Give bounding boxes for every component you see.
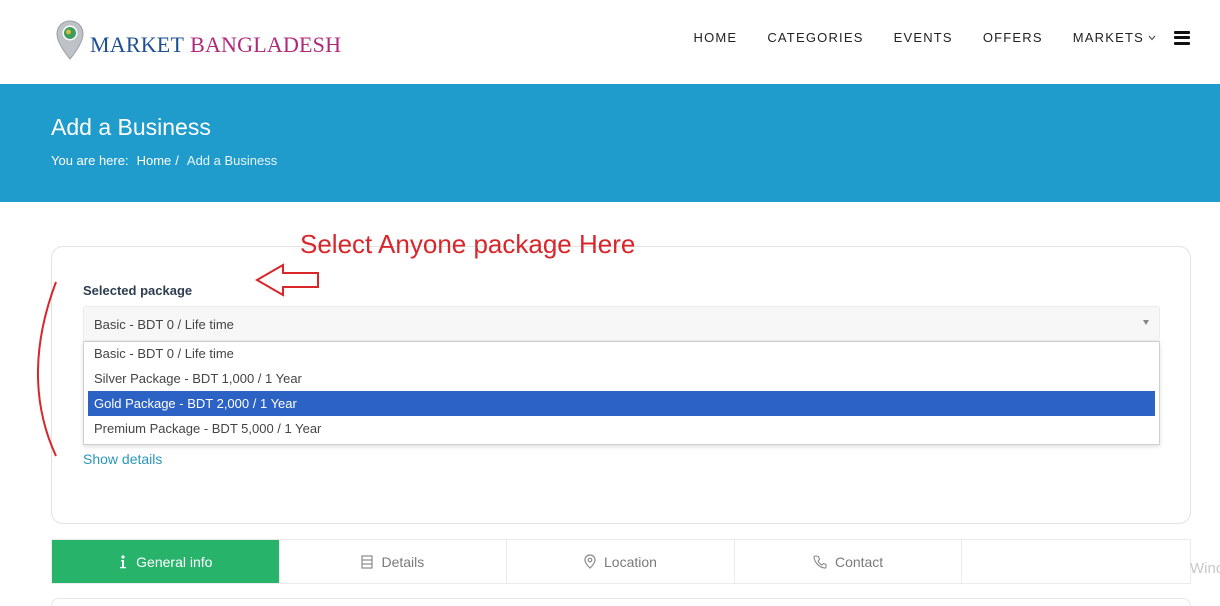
tab-location[interactable]: Location	[507, 540, 735, 583]
page-hero: Add a Business You are here: Home / Add …	[0, 84, 1220, 202]
nav-home[interactable]: HOME	[694, 30, 738, 45]
package-label: Selected package	[83, 283, 193, 298]
logo-word-market: MARKET	[90, 32, 185, 57]
tab-contact-label: Contact	[834, 553, 884, 570]
breadcrumb-current: Add a Business	[186, 153, 278, 168]
package-option-basic[interactable]: Basic - BDT 0 / Life time	[84, 342, 1159, 366]
tab-details-label: Details	[381, 553, 425, 570]
nav-events-label: EVENTS	[893, 30, 953, 45]
nav-markets-label: MARKETS	[1072, 30, 1144, 45]
nav-markets[interactable]: MARKETS	[1073, 30, 1156, 45]
package-select[interactable]: Basic - BDT 0 / Life time	[83, 306, 1160, 341]
package-dropdown: Basic - BDT 0 / Life time Silver Package…	[83, 341, 1160, 445]
caret-down-icon	[1143, 320, 1149, 325]
info-icon	[118, 554, 128, 569]
tab-general-info-label: General info	[136, 553, 213, 570]
hamburger-icon[interactable]	[1174, 30, 1190, 45]
nav-categories-label: CATEGORIES	[767, 30, 864, 45]
package-option-premium[interactable]: Premium Package - BDT 5,000 / 1 Year	[84, 416, 1159, 441]
business-form-tabs: General info Details Location Contact	[51, 539, 1191, 584]
main-nav: HOME CATEGORIES EVENTS OFFERS MARKETS	[664, 30, 1190, 45]
windows-watermark: Winc	[1190, 560, 1220, 577]
package-card: Selected package Basic - BDT 0 / Life ti…	[51, 246, 1191, 524]
breadcrumb-prefix: You are here:	[51, 153, 129, 168]
logo-text: MARKET BANGLADESH	[90, 32, 341, 58]
map-pin-icon	[584, 554, 596, 569]
show-details-link[interactable]: Show details	[83, 451, 162, 467]
tab-contact[interactable]: Contact	[735, 540, 963, 583]
nav-events[interactable]: EVENTS	[894, 30, 953, 45]
annotation-text: Select Anyone package Here	[300, 229, 636, 259]
package-option-gold[interactable]: Gold Package - BDT 2,000 / 1 Year	[88, 391, 1155, 416]
site-header: MARKET BANGLADESH HOME CATEGORIES EVENTS …	[0, 0, 1220, 84]
package-option-silver[interactable]: Silver Package - BDT 1,000 / 1 Year	[84, 366, 1159, 391]
package-select-value: Basic - BDT 0 / Life time	[94, 317, 234, 332]
nav-offers[interactable]: OFFERS	[983, 30, 1043, 45]
list-icon	[361, 554, 374, 569]
annotation-bracket-icon	[30, 280, 60, 465]
breadcrumb-separator: /	[175, 153, 179, 168]
nav-categories[interactable]: CATEGORIES	[767, 30, 863, 45]
nav-home-label: HOME	[693, 30, 738, 45]
map-pin-icon	[56, 20, 84, 60]
next-card-edge	[51, 598, 1191, 606]
annotation-arrow-left-icon	[254, 262, 322, 303]
logo-word-bangladesh: BANGLADESH	[190, 32, 342, 57]
chevron-down-icon	[1148, 33, 1156, 43]
breadcrumb: You are here: Home / Add a Business	[51, 153, 277, 168]
phone-icon	[813, 554, 827, 569]
tab-location-label: Location	[604, 553, 657, 570]
nav-offers-label: OFFERS	[982, 30, 1043, 45]
site-logo[interactable]: MARKET BANGLADESH	[56, 18, 341, 62]
tab-details[interactable]: Details	[280, 540, 508, 583]
page-title: Add a Business	[51, 114, 211, 140]
tab-extra[interactable]	[962, 540, 1190, 583]
tab-general-info[interactable]: General info	[52, 540, 280, 583]
breadcrumb-home[interactable]: Home	[137, 153, 172, 168]
